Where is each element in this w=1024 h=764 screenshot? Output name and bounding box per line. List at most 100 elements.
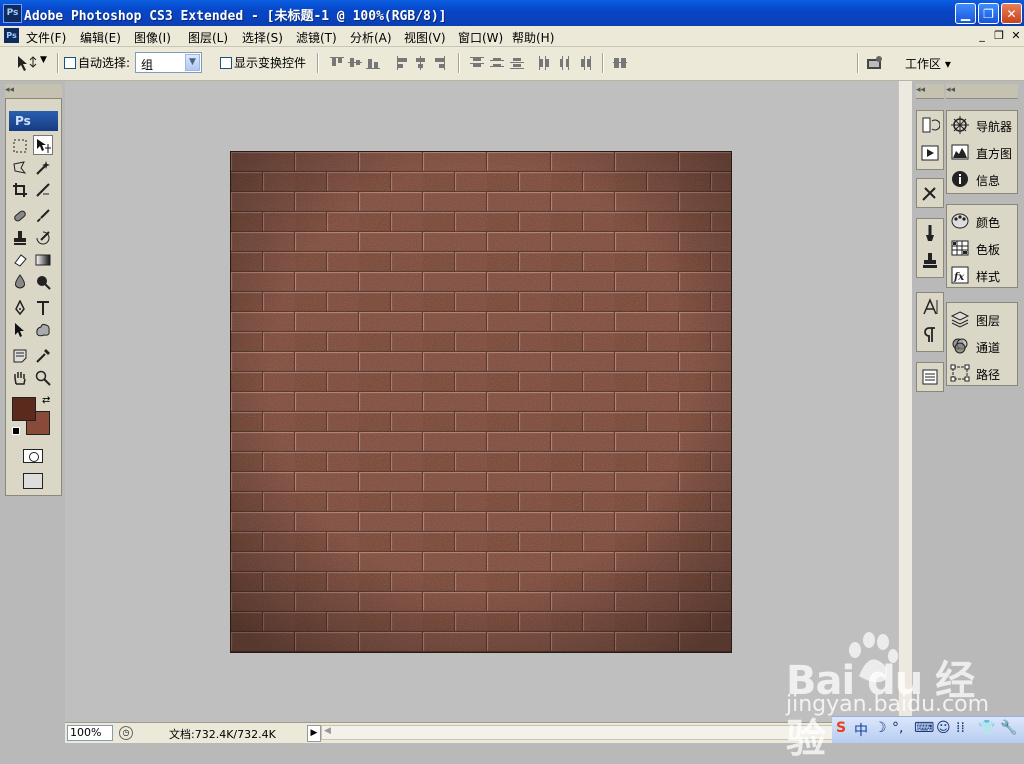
doc-restore-icon[interactable]: ❐ — [992, 29, 1006, 43]
blur-tool-icon[interactable] — [10, 272, 30, 292]
workspace-button[interactable]: 工作区 ▾ — [905, 55, 951, 72]
screen-mode-icon[interactable] — [23, 473, 43, 489]
emoji-icon[interactable]: ☺ — [936, 720, 951, 736]
panel-styles[interactable]: fx 样式 — [947, 263, 1017, 287]
zoom-level-field[interactable]: 100% — [67, 725, 113, 741]
restore-icon[interactable]: ❐ — [978, 3, 999, 24]
show-transform-checkbox[interactable] — [220, 57, 232, 69]
menu-analysis[interactable]: 分析(A) — [350, 29, 392, 46]
crop-tool-icon[interactable] — [10, 180, 30, 200]
ime-mode-label[interactable]: 中 — [854, 720, 868, 740]
align-vertical-center-icon[interactable] — [348, 56, 362, 70]
zoom-tool-icon[interactable] — [33, 368, 53, 388]
pen-tool-icon[interactable] — [10, 298, 30, 318]
marquee-tool-icon[interactable] — [10, 136, 30, 156]
notes-tool-icon[interactable] — [10, 346, 30, 366]
settings-wrench-icon[interactable]: 🔧 — [1000, 720, 1017, 736]
character-icon[interactable] — [920, 297, 940, 317]
vertical-scrollbar[interactable] — [898, 81, 913, 722]
align-horizontal-center-icon[interactable] — [414, 56, 428, 70]
magic-wand-tool-icon[interactable] — [33, 158, 53, 178]
bridge-icon[interactable] — [864, 53, 884, 73]
clone-stamp-tool-icon[interactable] — [10, 228, 30, 248]
status-info-icon[interactable]: ◷ — [119, 726, 133, 740]
auto-select-checkbox[interactable] — [64, 57, 76, 69]
distribute-top-icon[interactable] — [470, 56, 484, 70]
distribute-left-icon[interactable] — [538, 56, 552, 70]
distribute-bottom-icon[interactable] — [510, 56, 524, 70]
menu-filter[interactable]: 滤镜(T) — [296, 29, 337, 46]
actions-icon[interactable] — [920, 143, 940, 163]
menu-file[interactable]: 文件(F) — [26, 29, 66, 46]
tools-dock-header[interactable]: ◂◂ — [5, 84, 62, 99]
foreground-color-swatch[interactable] — [12, 397, 36, 421]
brushes-icon[interactable] — [920, 223, 940, 243]
half-width-moon-icon[interactable]: ☽ — [874, 720, 887, 736]
panel-dock-header[interactable]: ◂◂ — [946, 84, 1018, 99]
doc-close-icon[interactable]: ✕ — [1009, 29, 1023, 43]
brick-wall-canvas[interactable] — [230, 151, 732, 653]
swap-colors-icon[interactable]: ⇄ — [42, 395, 50, 406]
move-tool-preset-icon[interactable] — [14, 53, 37, 73]
chevron-down-icon[interactable]: ▼ — [185, 54, 200, 71]
sogou-s-icon[interactable]: S — [836, 720, 846, 736]
panel-info[interactable]: 信息 — [947, 167, 1017, 191]
quick-mask-icon[interactable] — [23, 449, 43, 463]
align-left-icon[interactable] — [396, 56, 410, 70]
close-icon[interactable]: ✕ — [1001, 3, 1022, 24]
distribute-horizontal-center-icon[interactable] — [558, 56, 572, 70]
preset-dropdown-arrow-icon[interactable]: ▼ — [40, 55, 47, 65]
menu-window[interactable]: 窗口(W) — [458, 29, 503, 46]
punctuation-icon[interactable]: °, — [892, 720, 903, 736]
auto-select-dropdown[interactable]: 组 ▼ — [135, 52, 202, 73]
healing-brush-tool-icon[interactable] — [10, 206, 30, 226]
document-icon[interactable]: Ps — [4, 28, 19, 43]
panel-paths[interactable]: 路径 — [947, 361, 1017, 385]
menu-view[interactable]: 视图(V) — [404, 29, 446, 46]
clone-source-icon[interactable] — [920, 251, 940, 271]
status-menu-arrow-icon[interactable]: ▶ — [307, 725, 321, 742]
icon-dock-header[interactable]: ◂◂ — [916, 84, 944, 99]
photoshop-app-icon[interactable]: Ps — [3, 4, 22, 23]
panel-layers[interactable]: 图层 — [947, 307, 1017, 331]
distribute-vertical-center-icon[interactable] — [490, 56, 504, 70]
eraser-tool-icon[interactable] — [10, 250, 30, 270]
menu-layer[interactable]: 图层(L) — [188, 29, 228, 46]
align-top-icon[interactable] — [330, 56, 344, 70]
paragraph-icon[interactable] — [920, 325, 940, 345]
slice-tool-icon[interactable] — [33, 180, 53, 200]
default-colors-icon[interactable] — [12, 427, 20, 435]
hand-tool-icon[interactable] — [10, 368, 30, 388]
custom-shape-tool-icon[interactable] — [33, 320, 53, 340]
panel-channels[interactable]: 通道 — [947, 334, 1017, 358]
gradient-tool-icon[interactable] — [33, 250, 53, 270]
scroll-left-arrow-icon[interactable]: ◀ — [324, 726, 331, 736]
layer-comps-icon[interactable] — [920, 367, 940, 387]
panel-navigator[interactable]: 导航器 — [947, 113, 1017, 137]
distribute-right-icon[interactable] — [578, 56, 592, 70]
menu-select[interactable]: 选择(S) — [242, 29, 283, 46]
auto-align-layers-icon[interactable] — [613, 56, 627, 70]
path-selection-tool-icon[interactable] — [10, 320, 30, 340]
lasso-tool-icon[interactable] — [10, 158, 30, 178]
brush-tool-icon[interactable] — [33, 206, 53, 226]
menu-image[interactable]: 图像(I) — [134, 29, 171, 46]
panel-swatches[interactable]: 色板 — [947, 236, 1017, 260]
history-icon[interactable] — [920, 115, 941, 135]
move-tool-icon[interactable] — [33, 135, 53, 155]
type-tool-icon[interactable] — [33, 298, 53, 318]
panel-color[interactable]: 颜色 — [947, 209, 1017, 233]
doc-minimize-icon[interactable]: _ — [975, 29, 989, 43]
soft-keyboard-icon[interactable]: ⌨ — [914, 720, 934, 736]
minimize-icon[interactable]: ▁ — [955, 3, 976, 24]
eyedropper-tool-icon[interactable] — [33, 346, 53, 366]
history-brush-tool-icon[interactable] — [33, 228, 53, 248]
align-bottom-icon[interactable] — [366, 56, 380, 70]
tool-presets-icon[interactable] — [920, 183, 940, 203]
apps-grid-icon[interactable]: ⁞⁞ — [956, 720, 965, 736]
menu-help[interactable]: 帮助(H) — [512, 29, 554, 46]
skin-shirt-icon[interactable]: 👕 — [978, 720, 995, 736]
dodge-tool-icon[interactable] — [33, 272, 53, 292]
menu-edit[interactable]: 编辑(E) — [80, 29, 121, 46]
align-right-icon[interactable] — [432, 56, 446, 70]
